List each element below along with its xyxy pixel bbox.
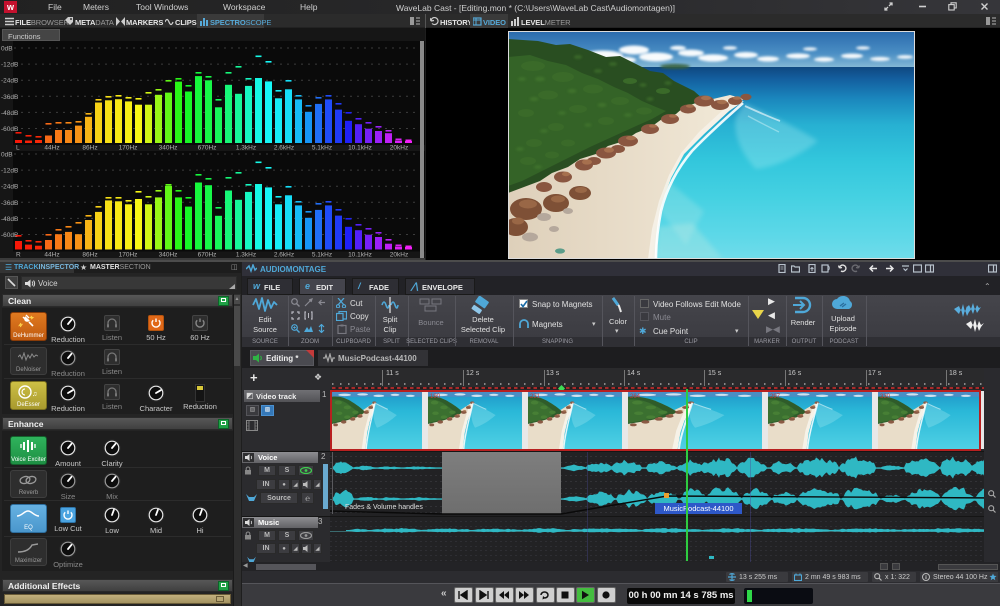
svg-text:264: 264 — [630, 394, 641, 400]
svg-text:-24dB: -24dB — [1, 78, 18, 85]
svg-text:231: 231 — [530, 394, 541, 400]
svg-text:0dB: 0dB — [1, 46, 13, 53]
svg-text:0dB: 0dB — [1, 152, 13, 159]
svg-text:190: 190 — [430, 394, 441, 400]
svg-text:297: 297 — [770, 394, 781, 400]
svg-text:-48dB: -48dB — [1, 110, 18, 117]
svg-text:-12dB: -12dB — [1, 62, 18, 69]
svg-text:-60dB: -60dB — [1, 126, 18, 133]
svg-text:♫: ♫ — [32, 391, 37, 398]
svg-text:-48dB: -48dB — [1, 216, 18, 223]
svg-text:-12dB: -12dB — [1, 168, 18, 175]
svg-text:-36dB: -36dB — [1, 94, 18, 101]
svg-text:-36dB: -36dB — [1, 200, 18, 207]
svg-text:-24dB: -24dB — [1, 184, 18, 191]
svg-text:330: 330 — [880, 394, 891, 400]
